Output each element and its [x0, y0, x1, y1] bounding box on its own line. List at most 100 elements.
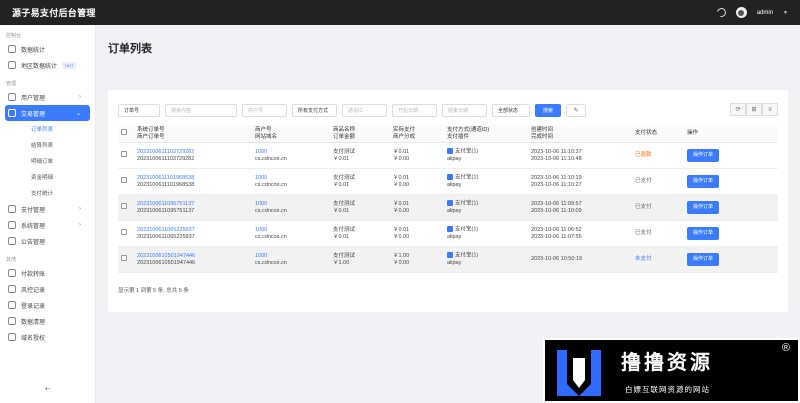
alipay-icon: [447, 200, 453, 207]
edit-icon[interactable]: ✎: [566, 103, 587, 117]
sidebar-item-system[interactable]: 系统管理 ›: [0, 217, 95, 233]
merchant-link[interactable]: 1000: [255, 175, 327, 182]
sidebar-item-pay[interactable]: 支付管理 ›: [0, 201, 95, 217]
section-label: 其他: [6, 257, 17, 263]
chevron-down-icon[interactable]: ▼: [783, 10, 788, 16]
user-icon: [8, 93, 16, 101]
merchant-link[interactable]: 1000: [255, 253, 327, 260]
columns-icon[interactable]: ⊞: [746, 103, 762, 116]
sidebar-sub-stats[interactable]: 支付统计: [0, 185, 95, 201]
column-header: 商户号 网站域名: [252, 125, 330, 143]
key-icon: [8, 333, 16, 341]
column-header: 商品名称 订单金额: [330, 125, 390, 143]
sidebar-item-trade[interactable]: 交易管理 ⌄: [5, 105, 90, 121]
sidebar: 控制台 数据统计 地区数据统计 HOT 管理 用户管理 › 交易管理 ⌄ 订单列表 结…: [0, 25, 96, 403]
alipay-icon: [447, 252, 453, 259]
search-type-select[interactable]: 订单号: [118, 103, 160, 117]
checkbox[interactable]: [121, 203, 127, 209]
status-badge: 已支付: [635, 204, 652, 210]
checkbox[interactable]: [121, 229, 127, 235]
order-link[interactable]: 2023100611095751137: [137, 201, 249, 208]
app-title: 源子易支付后台管理: [12, 8, 96, 18]
chevron-right-icon: ›: [79, 94, 81, 100]
order-action-button[interactable]: 操作订单: [687, 253, 720, 266]
table-row: 2023100611065225937 2023100611065225937 1…: [118, 220, 778, 247]
paytype-select[interactable]: 所有支付方式: [292, 103, 337, 117]
chevron-right-icon: ›: [79, 222, 81, 228]
orders-table: 系统订单号 商户订单号 商户号 网站域名 商品名称 订单金额 实际支付 商户分成 支付方…: [118, 125, 778, 273]
sidebar-item-notice[interactable]: 公告管理: [0, 233, 95, 249]
pagination-summary: 显示第 1 到第 5 条, 总共 5 条: [118, 288, 189, 294]
keyword-input[interactable]: 搜索内容: [165, 103, 237, 117]
order-link[interactable]: 2023100610501947446: [137, 253, 249, 260]
trash-icon: [8, 317, 16, 325]
merchant-link[interactable]: 1000: [255, 201, 327, 208]
filter-bar: 订单号 搜索内容 商户号 所有支付方式 通道ID 开始日期 结束日期 全部状态 …: [118, 103, 587, 117]
sidebar-item-transfer[interactable]: 付款转账: [0, 265, 95, 281]
start-date-input[interactable]: 开始日期: [392, 103, 437, 117]
sidebar-item-clean[interactable]: 数据清理: [0, 313, 95, 329]
merchant-input[interactable]: 商户号: [242, 103, 287, 117]
status-badge: 未支付: [635, 256, 652, 262]
checkbox[interactable]: [121, 151, 127, 157]
menu-icon[interactable]: ≡: [762, 103, 778, 116]
settings-icon: [8, 221, 16, 229]
order-action-button[interactable]: 操作订单: [687, 201, 720, 214]
watermark-subtitle: 白嫖互联网资源的网站: [625, 385, 710, 394]
order-action-button[interactable]: 操作订单: [687, 149, 720, 162]
notice-icon: [8, 237, 16, 245]
sidebar-sub-detail[interactable]: 明细订单: [0, 153, 95, 169]
chart-icon: [8, 45, 16, 53]
table-row: 2023100610501947446 2023100610501947446 1…: [118, 246, 778, 273]
column-header: 系统订单号 商户订单号: [134, 125, 252, 143]
sidebar-item-risk[interactable]: 风控记录: [0, 281, 95, 297]
alipay-icon: [447, 174, 453, 181]
column-header: 操作: [684, 125, 778, 143]
shield-icon: [8, 285, 16, 293]
sidebar-item-dashboard[interactable]: 数据统计: [0, 41, 95, 57]
sidebar-sub-orders[interactable]: 订单列表: [0, 121, 95, 137]
search-button[interactable]: 搜索: [535, 103, 562, 117]
order-action-button[interactable]: 操作订单: [687, 175, 720, 188]
end-date-input[interactable]: 结束日期: [442, 103, 487, 117]
refresh-icon[interactable]: ⟳: [730, 103, 746, 116]
checkbox[interactable]: [121, 177, 127, 183]
watermark: 撸撸资源 ® 白嫖互联网资源的网站: [543, 338, 800, 403]
select-all[interactable]: [118, 125, 134, 143]
checkbox[interactable]: [121, 129, 127, 136]
username[interactable]: admin: [757, 10, 773, 16]
sidebar-item-users[interactable]: 用户管理 ›: [0, 89, 95, 105]
alipay-icon: [447, 148, 453, 155]
dark-mode-icon[interactable]: [715, 6, 728, 19]
checkbox[interactable]: [121, 255, 127, 261]
order-link[interactable]: 2023100611101968538: [137, 175, 249, 182]
collapse-sidebar-icon[interactable]: ⇠: [45, 385, 51, 393]
merchant-link[interactable]: 1000: [255, 227, 327, 234]
sidebar-sub-funds[interactable]: 资金明细: [0, 169, 95, 185]
status-select[interactable]: 全部状态: [492, 103, 530, 117]
sidebar-item-login-log[interactable]: 登录记录: [0, 297, 95, 313]
registered-mark: ®: [781, 342, 790, 354]
status-badge: 已支付: [635, 230, 652, 236]
merchant-link[interactable]: 1000: [255, 149, 327, 156]
order-icon: [8, 109, 16, 117]
transfer-icon: [8, 269, 16, 277]
table-row: 2023100611101968538 2023100611101968538 1…: [118, 168, 778, 195]
sidebar-item-domain[interactable]: 域名授权: [0, 329, 95, 345]
status-badge: 已退款: [635, 152, 652, 158]
order-link[interactable]: 2023100611065225937: [137, 227, 249, 234]
sidebar-sub-settle[interactable]: 结算列表: [0, 137, 95, 153]
table-row: 2023100611095751137 2023100611095751137 1…: [118, 194, 778, 221]
order-action-button[interactable]: 操作订单: [687, 227, 720, 240]
order-link[interactable]: 2023100611103729282: [137, 149, 249, 156]
channel-input[interactable]: 通道ID: [342, 103, 387, 117]
table-tools: ⟳ ⊞ ≡: [730, 103, 778, 116]
payment-icon: [8, 205, 16, 213]
avatar[interactable]: [735, 7, 747, 18]
brand-logo-icon: [557, 350, 601, 396]
section-label: 管理: [6, 81, 17, 87]
hot-badge: HOT: [62, 61, 77, 69]
sidebar-item-region[interactable]: 地区数据统计 HOT: [0, 57, 95, 73]
section-label: 控制台: [6, 33, 22, 39]
column-header: 支付方式(通道ID) 支付插件: [444, 125, 528, 143]
